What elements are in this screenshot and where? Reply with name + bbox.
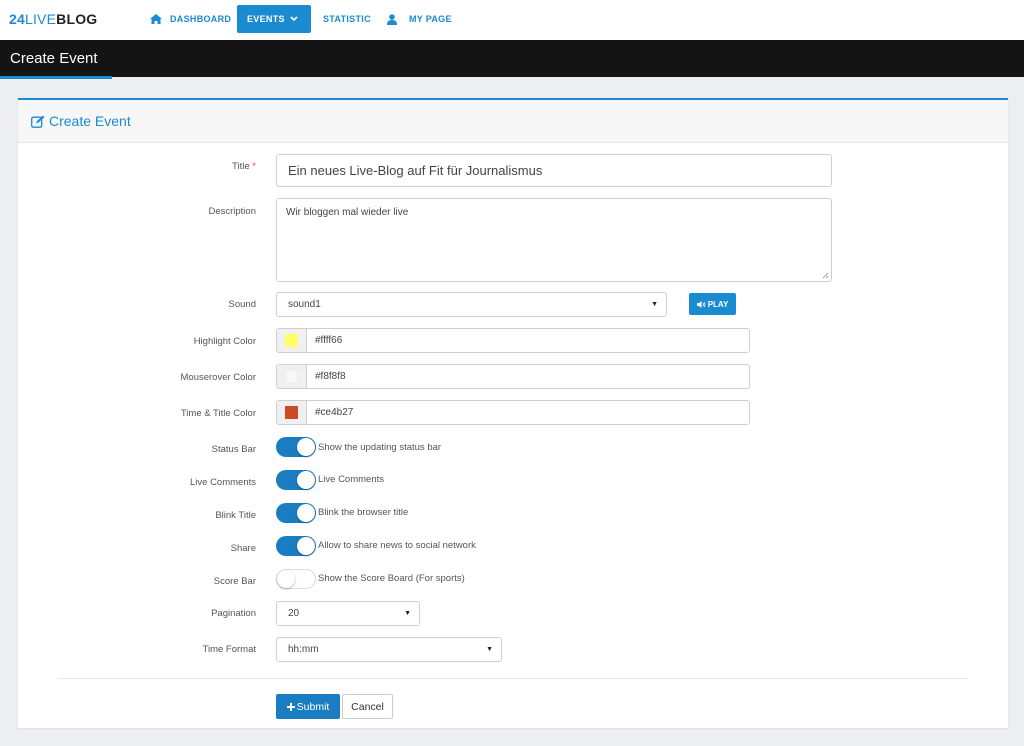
dropdown-caret-icon: ▼	[404, 610, 411, 617]
edit-icon	[31, 115, 45, 128]
description-text: Wir bloggen mal wieder live	[286, 207, 409, 218]
time-title-swatch	[285, 406, 298, 419]
dropdown-caret-icon: ▼	[651, 301, 658, 308]
panel-title: Create Event	[49, 113, 131, 129]
header-accent-underline	[0, 76, 112, 79]
home-icon	[150, 14, 162, 24]
mouseover-swatch	[285, 370, 298, 383]
top-navbar: 24LIVEBLOG DASHBOARD EVENTS STATISTIC MY…	[0, 0, 1024, 40]
blink-title-label: Blink Title	[215, 510, 256, 521]
toggle-knob	[277, 570, 295, 588]
title-input[interactable]: Ein neues Live-Blog auf Fit für Journali…	[276, 154, 832, 187]
time-title-swatch-box[interactable]	[277, 401, 307, 424]
submit-label: Submit	[296, 700, 330, 713]
description-textarea[interactable]: Wir bloggen mal wieder live	[276, 198, 832, 282]
highlight-color-input[interactable]: #ffff66	[276, 328, 750, 353]
live-comments-toggle[interactable]	[276, 470, 316, 490]
mouseover-color-input[interactable]: #f8f8f8	[276, 364, 750, 389]
nav-dashboard[interactable]: DASHBOARD	[150, 5, 231, 33]
score-bar-toggle[interactable]	[276, 569, 316, 589]
plus-icon	[286, 702, 295, 711]
status-bar-toggle[interactable]	[276, 437, 316, 457]
play-label: PLAY	[707, 299, 729, 309]
create-event-panel: Create Event Title * Ein neues Live-Blog…	[18, 98, 1008, 728]
blink-title-description: Blink the browser title	[318, 507, 409, 518]
live-comments-description: Live Comments	[318, 474, 384, 485]
required-marker: *	[252, 161, 256, 172]
time-title-color-label: Time & Title Color	[180, 408, 256, 419]
nav-statistic-label: STATISTIC	[323, 14, 371, 24]
live-comments-label: Live Comments	[190, 477, 256, 488]
highlight-swatch	[285, 334, 298, 347]
logo-blog: BLOG	[56, 11, 98, 27]
time-format-select[interactable]: hh:mm ▼	[276, 637, 502, 662]
description-label: Description	[208, 206, 256, 217]
mouseover-color-value: #f8f8f8	[315, 371, 346, 382]
cancel-label: Cancel	[351, 700, 384, 713]
time-title-color-input[interactable]: #ce4b27	[276, 400, 750, 425]
share-toggle[interactable]	[276, 536, 316, 556]
time-title-color-value: #ce4b27	[315, 407, 354, 418]
mouseover-color-label: Mouserover Color	[180, 372, 257, 383]
highlight-color-label: Highlight Color	[193, 336, 256, 347]
title-label: Title *	[232, 161, 256, 172]
submit-button[interactable]: Submit	[276, 694, 340, 719]
sound-value: sound1	[288, 299, 321, 310]
score-bar-description: Show the Score Board (For sports)	[318, 573, 465, 584]
status-bar-description: Show the updating status bar	[318, 442, 442, 453]
time-format-value: hh:mm	[288, 644, 319, 655]
page-title: Create Event	[10, 50, 98, 67]
status-bar-label: Status Bar	[211, 444, 256, 455]
score-bar-label: Score Bar	[213, 576, 256, 587]
share-description: Allow to share news to social network	[318, 540, 476, 551]
dropdown-caret-icon: ▼	[486, 646, 493, 653]
toggle-knob	[297, 537, 315, 555]
toggle-knob	[297, 471, 315, 489]
mouseover-swatch-box[interactable]	[277, 365, 307, 388]
chevron-down-icon	[290, 16, 298, 22]
toggle-knob	[297, 504, 315, 522]
nav-statistic[interactable]: STATISTIC	[323, 5, 371, 33]
toggle-knob	[297, 438, 315, 456]
sound-label: Sound	[228, 299, 256, 310]
app-logo[interactable]: 24LIVEBLOG	[9, 11, 97, 27]
pagination-label: Pagination	[211, 608, 256, 619]
title-label-text: Title	[232, 161, 250, 172]
nav-my-page[interactable]: MY PAGE	[387, 5, 452, 33]
play-button[interactable]: PLAY	[689, 293, 736, 315]
form-divider	[58, 678, 968, 679]
nav-my-page-label: MY PAGE	[409, 14, 452, 24]
logo-number: 24	[9, 11, 25, 27]
highlight-swatch-box[interactable]	[277, 329, 307, 352]
cancel-button[interactable]: Cancel	[342, 694, 393, 719]
pagination-value: 20	[288, 608, 300, 619]
pagination-select[interactable]: 20 ▼	[276, 601, 420, 626]
sound-select[interactable]: sound1 ▼	[276, 292, 667, 317]
time-format-label: Time Format	[202, 644, 256, 655]
blink-title-toggle[interactable]	[276, 503, 316, 523]
user-icon	[387, 13, 397, 25]
panel-header: Create Event	[18, 100, 1008, 143]
volume-icon	[696, 300, 706, 308]
share-label: Share	[230, 543, 256, 554]
resize-handle-icon[interactable]	[822, 272, 829, 279]
logo-live: LIVE	[24, 11, 57, 27]
nav-dashboard-label: DASHBOARD	[170, 14, 232, 24]
nav-events[interactable]: EVENTS	[237, 5, 311, 33]
nav-events-label: EVENTS	[247, 14, 285, 24]
highlight-color-value: #ffff66	[315, 335, 343, 346]
page-header-bar: Create Event	[0, 40, 1024, 77]
